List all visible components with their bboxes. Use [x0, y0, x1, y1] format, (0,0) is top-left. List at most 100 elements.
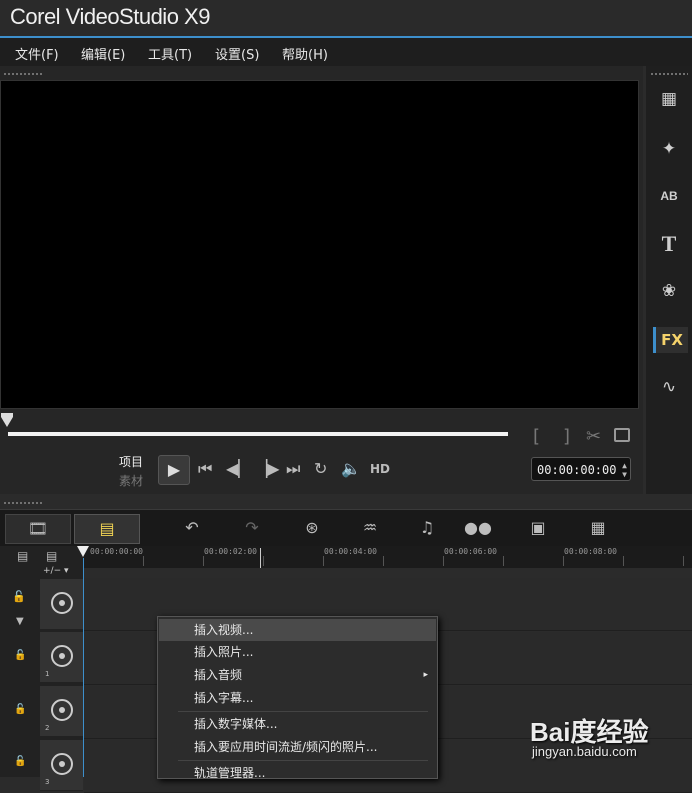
scrubber-track[interactable]	[8, 432, 508, 436]
lock-icon[interactable]: 🔓	[14, 704, 26, 715]
storyboard-view-button[interactable]: 🎞	[5, 514, 71, 544]
timecode-value: 00:00:00:00	[537, 463, 617, 477]
ruler-label: 00:00:08:00	[564, 547, 617, 556]
multi-camera-icon[interactable]: ▦	[584, 514, 612, 542]
overlay-track-header[interactable]: 2	[40, 686, 83, 737]
collapse-tracks-icon[interactable]: ▼	[16, 616, 24, 627]
ruler-tick	[623, 556, 624, 566]
panel-grip[interactable]	[650, 72, 688, 76]
hd-preview-button[interactable]: HD	[370, 462, 390, 476]
film-strip-icon: 🎞	[27, 519, 49, 538]
scrubber-handle[interactable]	[1, 413, 13, 427]
ruler-tick	[203, 556, 204, 566]
overlay-track-header[interactable]: 1	[40, 632, 83, 683]
timeline-toolbar: 🎞 ▤ ↶ ↷ ⊛ ♒ ♫ ●● ▣ ▦	[0, 509, 692, 546]
context-menu: 插入视频... 插入照片... 插入音频 ▸ 插入字幕... 插入数字媒体... …	[157, 616, 438, 780]
motion-tracking-icon[interactable]: ●●	[463, 514, 493, 542]
trim-marker[interactable]	[260, 548, 261, 568]
lock-icon[interactable]: 🔓	[14, 650, 26, 661]
ruler-label: 00:00:04:00	[324, 547, 377, 556]
menu-insert-audio[interactable]: 插入音频 ▸	[159, 664, 436, 686]
lock-all-icon[interactable]: 🔓	[12, 590, 26, 603]
overlay-track-header[interactable]: 3	[40, 740, 83, 791]
preview-window[interactable]	[0, 80, 639, 409]
menu-tools[interactable]: 工具(T)	[148, 44, 192, 63]
timeline-ruler[interactable]: 00:00:00:00 00:00:02:00 00:00:04:00 00:0…	[84, 546, 692, 568]
mode-project[interactable]: 项目	[119, 453, 143, 470]
path-icon[interactable]: ∿	[653, 374, 685, 400]
menu-track-manager[interactable]: 轨道管理器...	[159, 762, 436, 784]
graphic-icon[interactable]: ❀	[653, 278, 685, 304]
track-number: 3	[45, 778, 50, 786]
panel-grip[interactable]	[3, 501, 43, 505]
redo-icon[interactable]: ↷	[238, 514, 266, 542]
menu-insert-digital-media[interactable]: 插入数字媒体...	[159, 713, 436, 735]
panel-grip[interactable]	[3, 72, 43, 76]
subtitle-editor-icon[interactable]: ▣	[524, 514, 552, 542]
video-track-header[interactable]	[40, 579, 83, 630]
watermark-url: jingyan.baidu.com	[532, 744, 637, 759]
volume-icon[interactable]: 🔈	[341, 459, 361, 478]
enlarge-preview-icon[interactable]	[614, 428, 630, 442]
library-toolbar: ▦ ✦ AB T ❀ FX ∿	[646, 66, 692, 494]
add-track-icon[interactable]: ▤	[46, 549, 57, 563]
ruler-label: 00:00:02:00	[204, 547, 257, 556]
film-reel-icon	[51, 592, 73, 614]
menu-insert-subtitle[interactable]: 插入字幕...	[159, 687, 436, 709]
title-icon[interactable]: T	[653, 231, 685, 257]
home-icon[interactable]: ⏮	[198, 459, 212, 479]
record-capture-icon[interactable]: ⊛	[298, 514, 326, 542]
playhead-line[interactable]	[83, 558, 84, 777]
track-number: 2	[45, 724, 50, 732]
transition-icon[interactable]: AB	[653, 183, 685, 209]
film-reel-icon	[51, 753, 73, 775]
instant-project-icon[interactable]: ✦	[653, 136, 685, 162]
ruler-tick	[143, 556, 144, 566]
timeline-view-icon: ▤	[99, 519, 115, 538]
timeline-view-button[interactable]: ▤	[74, 514, 140, 544]
menu-separator	[178, 760, 428, 761]
ruler-label: 00:00:06:00	[444, 547, 497, 556]
previous-frame-icon[interactable]: ◀▏	[226, 459, 251, 478]
menu-separator	[178, 711, 428, 712]
menu-help[interactable]: 帮助(H)	[282, 44, 328, 63]
timecode-input[interactable]: 00:00:00:00 ▲ ▼	[531, 457, 631, 481]
add-remove-track-control[interactable]: +/− ▾	[43, 566, 69, 576]
play-icon: ▶	[167, 460, 181, 479]
menu-settings[interactable]: 设置(S)	[215, 44, 259, 63]
ruler-tick	[383, 556, 384, 566]
repeat-icon[interactable]: ↻	[314, 459, 327, 478]
filter-icon[interactable]: FX	[653, 327, 688, 353]
track-headers: ▤ ▤ +/− ▾ 🔓 ▼ 🔓 🔓 🔓 1 2 3	[0, 546, 84, 791]
timecode-spinner-icon[interactable]: ▲ ▼	[622, 461, 627, 479]
end-icon[interactable]: ⏭	[286, 459, 300, 479]
play-button[interactable]: ▶	[158, 455, 190, 485]
app-title: Corel VideoStudio X9	[10, 4, 210, 29]
auto-music-icon[interactable]: ♫	[413, 514, 441, 542]
film-reel-icon	[51, 645, 73, 667]
menu-insert-photo[interactable]: 插入照片...	[159, 641, 436, 663]
title-bar: Corel VideoStudio X9	[0, 0, 692, 38]
mark-in-button[interactable]: [	[533, 426, 540, 447]
media-icon[interactable]: ▦	[653, 86, 685, 112]
mode-clip[interactable]: 素材	[119, 472, 143, 489]
menu-file[interactable]: 文件(F)	[15, 44, 59, 63]
ruler-tick	[323, 556, 324, 566]
undo-icon[interactable]: ↶	[178, 514, 206, 542]
submenu-arrow-icon: ▸	[423, 670, 428, 680]
film-reel-icon	[51, 699, 73, 721]
ruler-label: 00:00:00:00	[90, 547, 143, 556]
menu-insert-timelapse-photo[interactable]: 插入要应用时间流逝/频闪的照片...	[159, 736, 436, 758]
ruler-tick	[503, 556, 504, 566]
lock-icon[interactable]: 🔓	[14, 756, 26, 767]
mark-out-button[interactable]: ]	[563, 426, 570, 447]
next-frame-icon[interactable]: ▕▶	[255, 459, 280, 478]
track-manager-icon[interactable]: ▤	[17, 549, 28, 563]
split-clip-icon[interactable]: ✂	[586, 426, 601, 447]
menu-insert-video[interactable]: 插入视频...	[159, 619, 436, 641]
ruler-tick	[563, 556, 564, 566]
track-number: 1	[45, 670, 50, 678]
sound-mixer-icon[interactable]: ♒	[356, 514, 384, 542]
menu-edit[interactable]: 编辑(E)	[81, 44, 125, 63]
playhead-handle[interactable]	[77, 546, 89, 557]
